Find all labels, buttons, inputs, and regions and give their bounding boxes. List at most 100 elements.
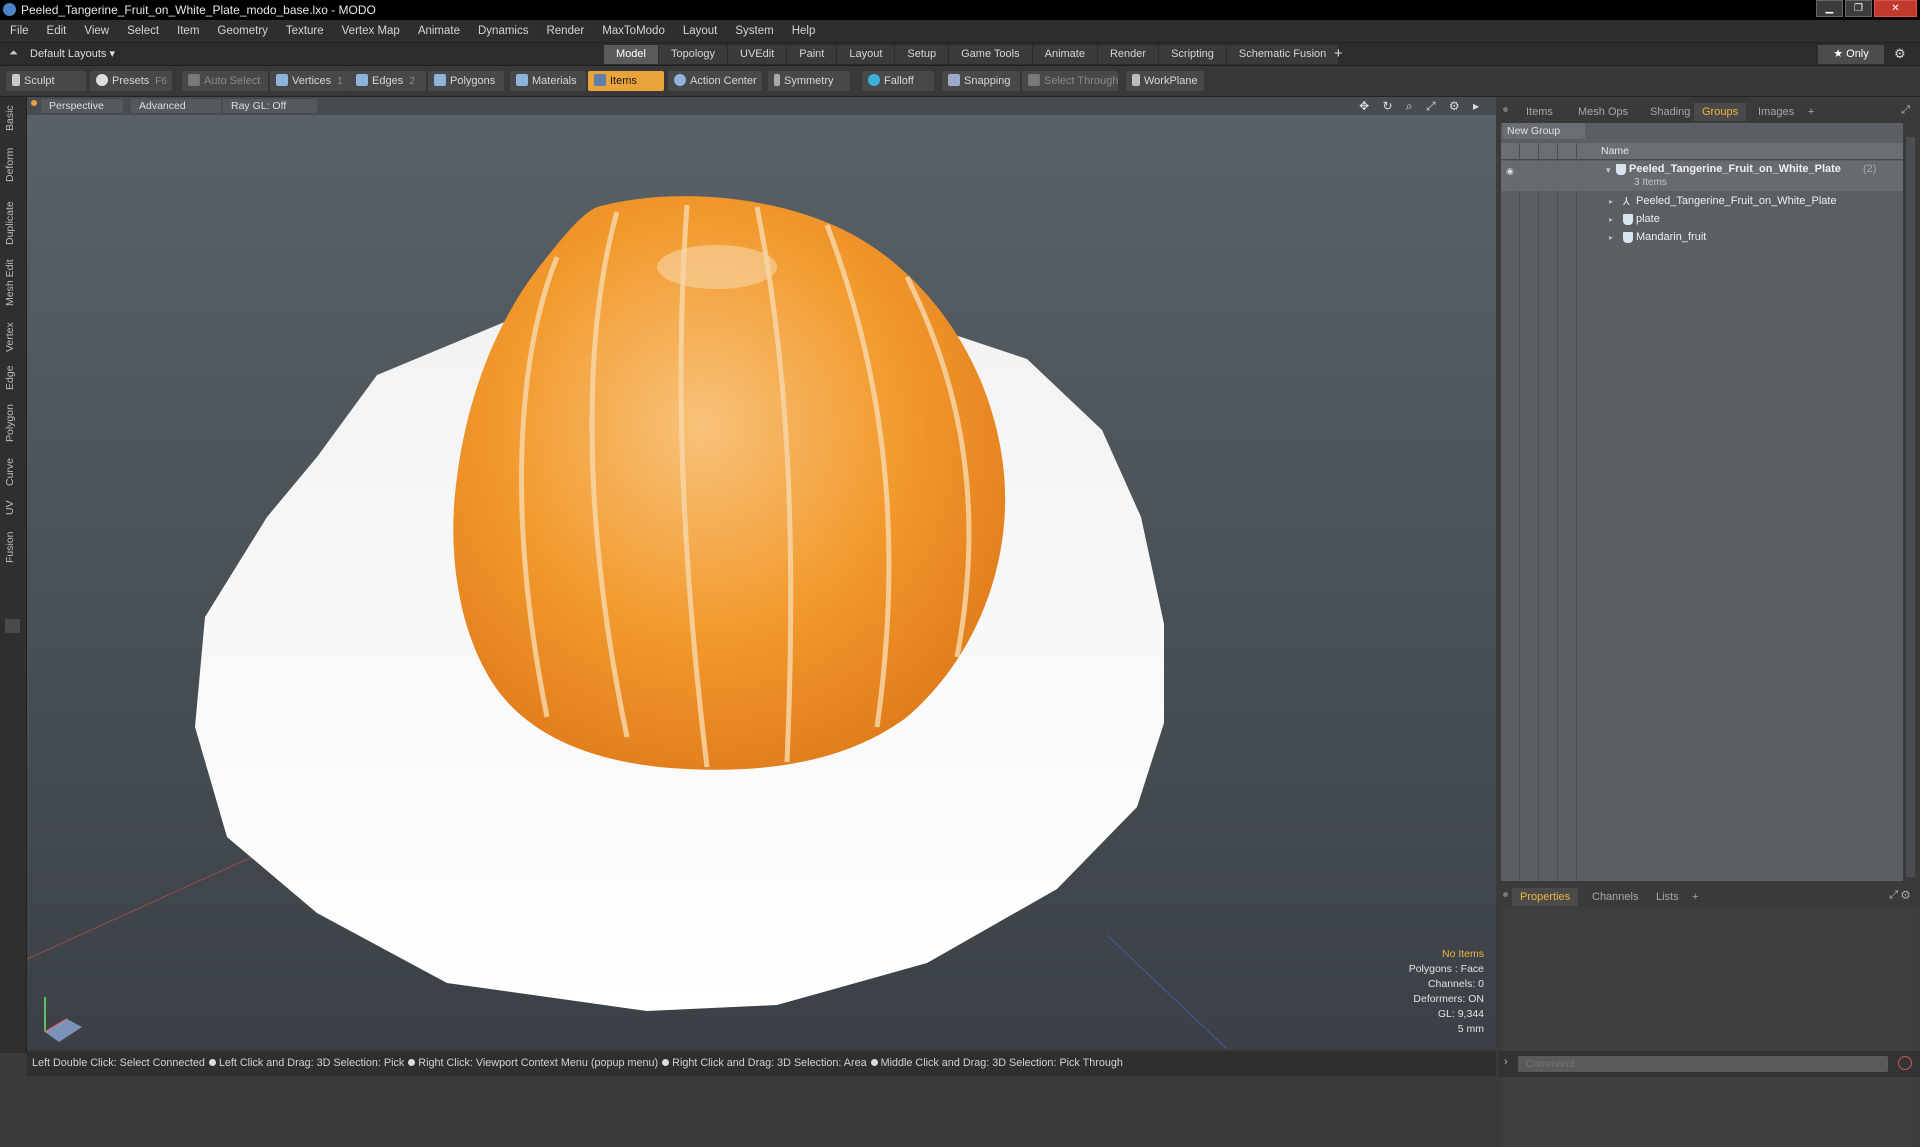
viewport-nav-icons[interactable]: ✥ ↻ ⌕ ⤢ ⚙ ▸ [1359, 99, 1484, 114]
menu-file[interactable]: File [0, 20, 37, 42]
collapse-arrow-icon[interactable]: ⏶ [9, 47, 18, 60]
vtab-fusion[interactable]: Fusion [4, 529, 20, 565]
materials-button[interactable]: Materials [510, 71, 586, 91]
list-item[interactable]: ▸ plate [1501, 211, 1903, 229]
workplane-button[interactable]: WorkPlane [1126, 71, 1204, 91]
advanced-dropdown[interactable]: Advanced [131, 99, 221, 113]
expand-chevron-icon[interactable]: ▾ [1606, 165, 1611, 176]
auto-select-button[interactable]: Auto Select [182, 71, 268, 91]
menu-dynamics[interactable]: Dynamics [468, 20, 536, 42]
name-column-header[interactable]: Name [1601, 145, 1629, 157]
tab-lists[interactable]: Lists [1648, 888, 1687, 906]
tab-items[interactable]: Items [1518, 103, 1561, 121]
tab-channels[interactable]: Channels [1584, 888, 1646, 906]
menu-view[interactable]: View [74, 20, 117, 42]
expand-icon[interactable]: ⤢ [1901, 104, 1910, 117]
minimize-button[interactable]: ▁ [1816, 0, 1843, 17]
close-button[interactable]: ✕ [1874, 0, 1917, 17]
tangerine-fruit[interactable] [453, 196, 1006, 770]
default-layouts-dropdown[interactable]: Default Layouts ▾ [30, 43, 115, 65]
tab-scripting[interactable]: Scripting [1159, 45, 1226, 64]
tab-paint[interactable]: Paint [787, 45, 837, 64]
expand-arrow-icon[interactable]: ▸ [1609, 215, 1613, 224]
menu-render[interactable]: Render [536, 20, 592, 42]
vtab-vertex[interactable]: Vertex [4, 319, 20, 355]
menu-animate[interactable]: Animate [408, 20, 468, 42]
only-button[interactable]: ★ Only [1818, 45, 1884, 64]
3d-viewport[interactable]: Perspective Advanced Ray GL: Off ✥ ↻ ⌕ ⤢… [27, 97, 1496, 1049]
vtab-edge[interactable]: Edge [4, 363, 20, 393]
action-center-button[interactable]: Action Center [668, 71, 762, 91]
menu-select[interactable]: Select [117, 20, 167, 42]
menu-edit[interactable]: Edit [37, 20, 75, 42]
vtab-duplicate[interactable]: Duplicate [4, 197, 20, 249]
vertices-button[interactable]: Vertices 1 [270, 71, 350, 91]
group-row[interactable]: ◉ ▾ Peeled_Tangerine_Fruit_on_White_Plat… [1501, 161, 1903, 191]
tab-topology[interactable]: Topology [658, 45, 728, 64]
viewport-menu-icon[interactable] [31, 100, 37, 106]
command-arrow-icon[interactable]: › [1504, 1056, 1508, 1068]
tab-game-tools[interactable]: Game Tools [949, 45, 1032, 64]
menu-layout[interactable]: Layout [673, 20, 726, 42]
menu-item[interactable]: Item [167, 20, 207, 42]
add-panel-tab-button[interactable]: + [1684, 888, 1706, 906]
symmetry-button[interactable]: Symmetry [768, 71, 850, 91]
eye-icon[interactable]: ◉ [1506, 166, 1514, 177]
tab-shading[interactable]: Shading [1642, 103, 1698, 121]
vtab-uv[interactable]: UV [4, 497, 20, 519]
menu-system[interactable]: System [725, 20, 781, 42]
command-input[interactable] [1518, 1056, 1888, 1072]
add-panel-tab-button[interactable]: + [1800, 103, 1822, 121]
expand-icon[interactable]: ⤢ ⚙ [1889, 889, 1910, 902]
expand-arrow-icon[interactable]: ▸ [1609, 197, 1613, 206]
expand-arrow-icon[interactable]: ▸ [1609, 233, 1613, 242]
menu-vertex-map[interactable]: Vertex Map [332, 20, 408, 42]
falloff-button[interactable]: Falloff [862, 71, 934, 91]
panel-toggle-button[interactable] [5, 619, 20, 633]
panel-menu-icon[interactable] [1503, 892, 1508, 897]
select-through-button[interactable]: Select Through [1022, 71, 1118, 91]
groups-scrollbar[interactable] [1906, 137, 1915, 877]
snapping-button[interactable]: Snapping [942, 71, 1020, 91]
tab-groups[interactable]: Groups [1694, 103, 1747, 121]
vtab-curve[interactable]: Curve [4, 455, 20, 489]
lock-column-icon[interactable] [1539, 143, 1558, 159]
menu-maxtomodo[interactable]: MaxToModo [592, 20, 673, 42]
menu-help[interactable]: Help [782, 20, 824, 42]
visibility-column-eye-icon[interactable] [1501, 143, 1520, 159]
tab-properties[interactable]: Properties [1512, 888, 1579, 906]
list-item[interactable]: ▸ ⅄ Peeled_Tangerine_Fruit_on_White_Plat… [1501, 193, 1903, 211]
perspective-dropdown[interactable]: Perspective [41, 99, 123, 113]
menu-texture[interactable]: Texture [276, 20, 332, 42]
select-column-icon[interactable] [1558, 143, 1577, 159]
polygons-button[interactable]: Polygons [428, 71, 504, 91]
tab-setup[interactable]: Setup [895, 45, 949, 64]
items-button[interactable]: Items [588, 71, 664, 91]
add-tab-button[interactable]: + [1334, 45, 1343, 63]
vtab-mesh-edit[interactable]: Mesh Edit [4, 257, 20, 309]
edges-button[interactable]: Edges 2 [350, 71, 426, 91]
scene-render[interactable] [27, 97, 1496, 1049]
tab-schematic-fusion[interactable]: Schematic Fusion [1226, 45, 1339, 64]
presets-button[interactable]: Presets F6 [90, 71, 172, 91]
new-group-button[interactable]: New Group [1503, 123, 1585, 139]
panel-menu-icon[interactable] [1503, 107, 1508, 112]
tab-layout[interactable]: Layout [837, 45, 895, 64]
tab-uvedit[interactable]: UVEdit [728, 45, 787, 64]
tab-mesh-ops[interactable]: Mesh Ops [1570, 103, 1636, 121]
menu-geometry[interactable]: Geometry [207, 20, 276, 42]
vtab-polygon[interactable]: Polygon [4, 401, 20, 445]
gear-icon[interactable]: ⚙ [1894, 46, 1906, 62]
sculpt-button[interactable]: Sculpt [6, 71, 86, 91]
tab-animate[interactable]: Animate [1032, 45, 1097, 64]
render-column-icon[interactable] [1520, 143, 1539, 159]
vtab-deform[interactable]: Deform [4, 145, 20, 185]
tab-model[interactable]: Model [604, 45, 658, 64]
list-item[interactable]: ▸ Mandarin_fruit [1501, 229, 1903, 247]
raygl-dropdown[interactable]: Ray GL: Off [223, 99, 317, 113]
vtab-basic[interactable]: Basic [4, 103, 20, 133]
tab-images[interactable]: Images [1750, 103, 1802, 121]
maximize-button[interactable]: ❐ [1845, 0, 1872, 17]
record-icon[interactable] [1898, 1056, 1912, 1070]
tab-render[interactable]: Render [1097, 45, 1159, 64]
